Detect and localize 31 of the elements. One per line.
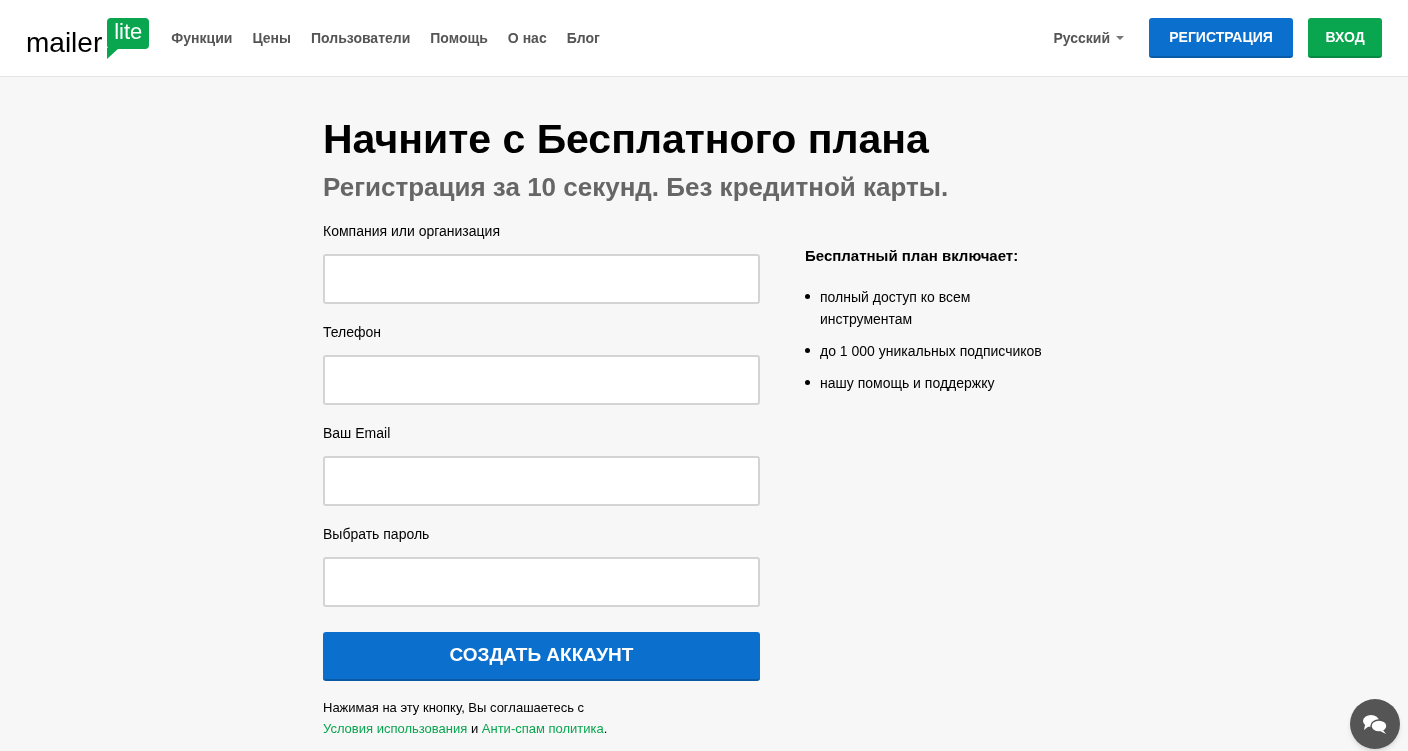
field-label: Телефон [323,324,383,341]
field-label: Ваш Email [323,425,392,442]
input-field[interactable] [323,254,760,304]
plan-item: нашу помощь и поддержку [820,373,995,393]
nav-link[interactable]: О нас [507,27,547,49]
input-field[interactable] [323,456,760,506]
language-dropdown[interactable]: Русский [1053,27,1124,49]
caret-icon [1116,36,1124,40]
nav-link[interactable]: Функции [171,27,233,49]
field-label: Компания или организация [323,223,501,240]
chat-icon [1362,713,1388,735]
page-title: Начните с Бесплатного плана [323,115,930,163]
nav-link[interactable]: Помощь [430,27,488,49]
logo[interactable]: mailer lite [26,17,150,59]
chat-button[interactable] [1350,699,1400,749]
plan-item: до 1 000 уникальных подписчиков [820,341,1042,361]
nav-link[interactable]: Блог [566,27,600,49]
plan-item: полный доступ ко всем инструментам [820,287,972,329]
input-field[interactable] [323,355,760,405]
plan-title: Бесплатный план включает: [805,246,1020,266]
nav-link[interactable]: Пользователи [311,27,411,49]
bullet-icon [805,293,810,299]
page-subtitle: Регистрация за 10 секунд. Без кредитной карты. [323,171,950,203]
terms-text: Нажимая на эту кнопку, Вы соглашаетесь с Условия использования и Анти-спам политика. [323,699,609,738]
field-label: Выбрать пароль [323,526,431,543]
bullet-icon [805,379,810,385]
nav-link[interactable]: Цены [252,27,291,49]
signup-button[interactable]: РЕГИСТРАЦИЯ [1149,18,1293,58]
create-account-button[interactable]: СОЗДАТЬ АККАУНТ [323,632,760,681]
input-field[interactable] [323,557,760,607]
bullet-icon [805,347,810,353]
